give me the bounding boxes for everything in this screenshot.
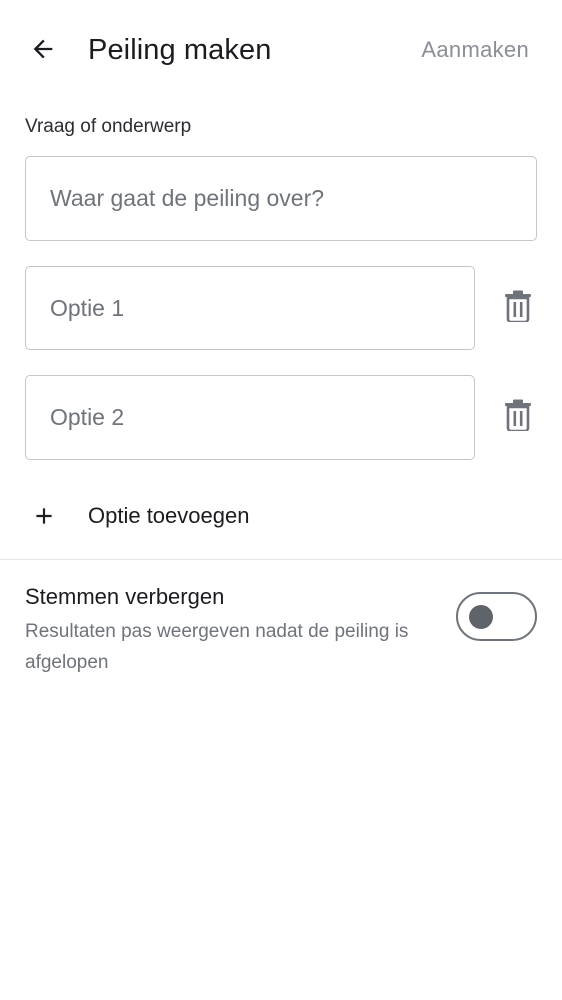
hide-votes-title: Stemmen verbergen	[25, 584, 225, 609]
trash-icon	[503, 399, 533, 436]
option-input-1[interactable]	[26, 267, 474, 349]
hide-votes-toggle[interactable]	[456, 592, 537, 641]
add-option-label: Optie toevoegen	[88, 503, 250, 528]
option-input-2[interactable]	[26, 376, 474, 459]
toggle-knob	[469, 605, 493, 629]
app-bar: Peiling maken Aanmaken	[0, 0, 562, 100]
option-field-1	[25, 266, 475, 350]
option-field-2	[25, 375, 475, 460]
arrow-back-icon	[29, 35, 57, 68]
trash-icon	[503, 290, 533, 327]
create-button[interactable]: Aanmaken	[421, 34, 529, 66]
question-input[interactable]	[26, 157, 536, 240]
question-label: Vraag of onderwerp	[25, 116, 192, 137]
divider	[0, 559, 562, 560]
delete-option-2-button[interactable]	[496, 395, 540, 439]
hide-votes-description: Resultaten pas weergeven nadat de peilin…	[25, 621, 409, 673]
question-field	[25, 156, 537, 241]
delete-option-1-button[interactable]	[496, 286, 540, 330]
page-title: Peiling maken	[88, 34, 272, 66]
plus-icon	[28, 500, 60, 532]
add-option-button[interactable]: Optie toevoegen	[0, 490, 562, 542]
back-button[interactable]	[22, 30, 64, 72]
